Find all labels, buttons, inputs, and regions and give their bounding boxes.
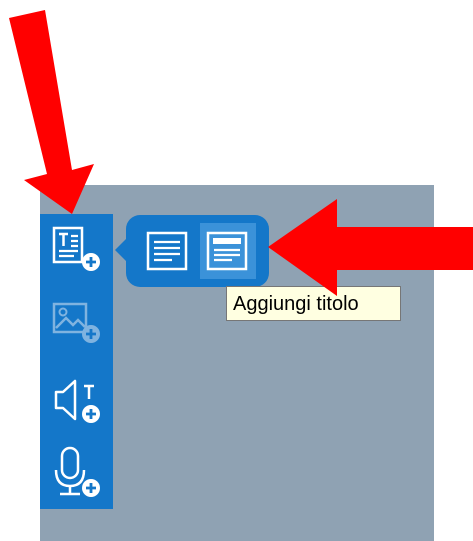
annotation-arrows <box>9 10 473 296</box>
left-arrow-icon <box>268 199 473 296</box>
down-arrow-icon <box>9 10 94 214</box>
